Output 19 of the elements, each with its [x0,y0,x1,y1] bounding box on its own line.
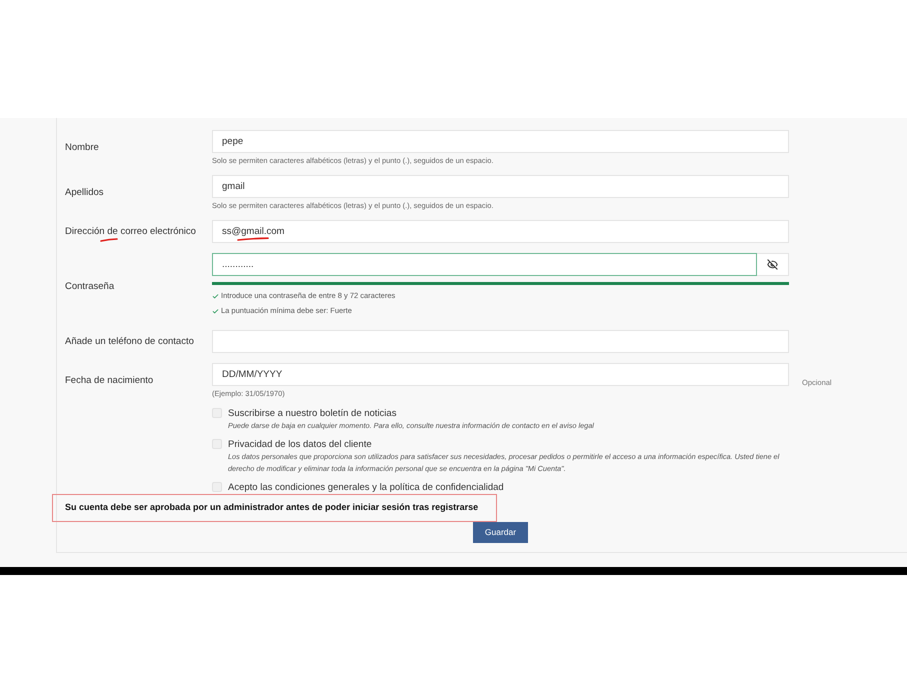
eye-slash-icon [767,259,778,270]
date-field[interactable]: DD/MM/YYYY [212,363,789,386]
password-field[interactable]: ............ [212,253,757,276]
field-label: Dirección de correo electrónico [65,226,197,237]
text-field[interactable]: pepe [212,130,789,153]
field-label: Añade un teléfono de contacto [65,336,195,347]
checkbox-label: Privacidad de los datos del cliente [228,439,373,450]
field-label: Fecha de nacimiento [65,375,154,386]
email-field[interactable]: ss@gmail.com [212,220,789,243]
field-label: Contraseña [65,281,116,292]
text-field[interactable]: gmail [212,175,789,198]
field-label: Nombre [65,142,100,153]
show-password-button[interactable] [757,253,789,276]
checkbox-label: Suscribirse a nuestro boletín de noticias [228,408,398,419]
save-button[interactable]: Guardar [473,522,528,543]
phone-field[interactable] [212,330,789,353]
checkbox-label: Acepto las condiciones generales y la política de confidencialidad [228,482,504,493]
field-label: Apellidos [65,187,105,198]
approval-notice: Su cuenta debe ser aprobada por un administrador antes de poder iniciar sesión tras registrarse [65,501,478,514]
